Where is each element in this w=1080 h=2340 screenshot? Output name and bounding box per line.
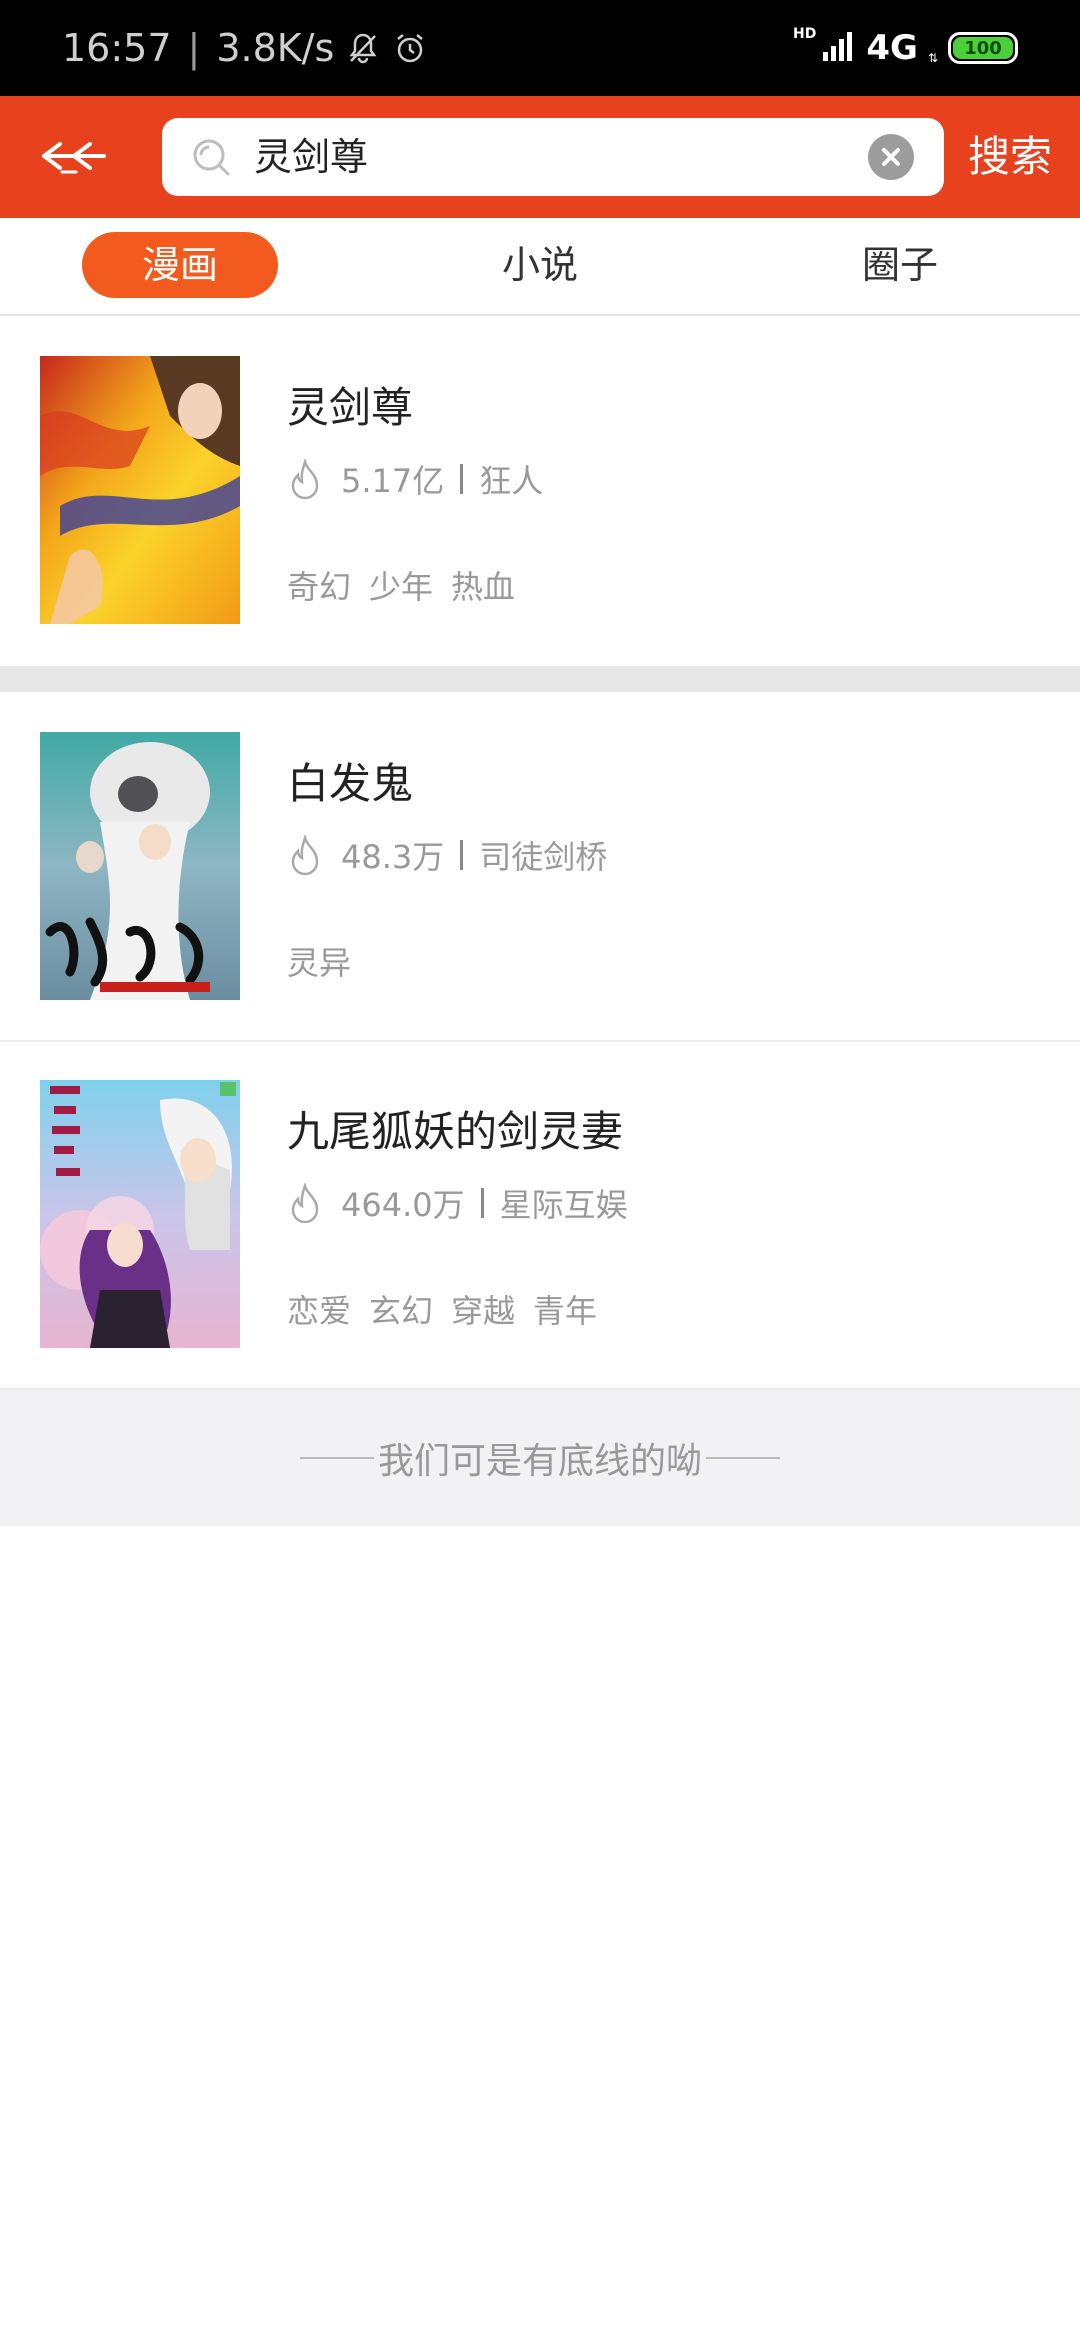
alarm-icon [392, 30, 428, 66]
meta-divider [460, 464, 464, 494]
fire-icon [287, 457, 323, 500]
comic-meta: 464.0万 星际互娱 [287, 1180, 628, 1226]
genre-tag: 玄幻 [369, 1292, 434, 1330]
search-query[interactable]: 灵剑尊 [254, 118, 368, 196]
comic-meta: 48.3万 司徒剑桥 [287, 832, 607, 878]
signal-icon [822, 30, 856, 66]
search-input[interactable]: 灵剑尊 [162, 118, 944, 196]
search-header: 灵剑尊 搜索 [0, 96, 1080, 218]
comic-title[interactable]: 白发鬼 [287, 750, 413, 811]
search-icon [190, 136, 232, 178]
list-item[interactable]: 九尾狐妖的剑灵妻 464.0万 星际互娱 恋爱 玄幻 穿越 青年 [0, 1042, 1080, 1388]
battery-level: 100 [964, 37, 1002, 59]
clear-icon[interactable] [868, 134, 914, 180]
category-tabs: 漫画 小说 圈子 [0, 218, 1080, 317]
heat-count: 5.17亿 [341, 462, 445, 500]
author-name: 狂人 [479, 462, 544, 500]
search-button[interactable]: 搜索 [968, 96, 1052, 218]
genre-tag: 穿越 [451, 1292, 516, 1330]
heat-count: 48.3万 [341, 838, 445, 876]
tab-comic[interactable]: 漫画 [82, 232, 278, 298]
heat-count: 464.0万 [341, 1186, 465, 1224]
genre-tags: 恋爱 玄幻 穿越 青年 [287, 1286, 597, 1332]
battery-icon: 100 [948, 32, 1018, 64]
meta-divider [480, 1188, 484, 1218]
list-end-footer: 我们可是有底线的呦 [0, 1388, 1080, 1526]
meta-divider [460, 840, 464, 870]
comic-title[interactable]: 灵剑尊 [287, 374, 413, 435]
genre-tags: 灵异 [287, 938, 351, 984]
list-item[interactable]: 灵剑尊 5.17亿 狂人 奇幻 少年 热血 [0, 316, 1080, 666]
comic-cover[interactable] [40, 732, 240, 1000]
back-button[interactable] [34, 132, 118, 182]
footer-text: 我们可是有底线的呦 [377, 1441, 702, 1482]
fire-icon [287, 833, 323, 876]
hd-label: HD [793, 26, 817, 42]
tab-novel[interactable]: 小说 [440, 232, 640, 298]
author-name: 星际互娱 [499, 1186, 628, 1224]
comic-meta: 5.17亿 狂人 [287, 456, 543, 502]
tab-circle[interactable]: 圈子 [800, 232, 1000, 298]
footer-dash [299, 1457, 374, 1459]
status-speed: 3.8K/s [216, 26, 335, 70]
comic-title[interactable]: 九尾狐妖的剑灵妻 [287, 1098, 623, 1159]
status-bar: 16:57 | 3.8K/s HD 4G ⇅ 100 [0, 0, 1080, 96]
fire-icon [287, 1181, 323, 1224]
comic-cover[interactable] [40, 1080, 240, 1348]
status-separator: | [187, 26, 201, 70]
genre-tag: 少年 [369, 568, 434, 606]
footer-dash [706, 1457, 780, 1459]
data-arrows-icon: ⇅ [927, 51, 938, 65]
section-separator [0, 666, 1080, 692]
network-type: 4G [866, 28, 918, 68]
genre-tag: 灵异 [287, 944, 352, 982]
genre-tag: 奇幻 [287, 568, 352, 606]
genre-tag: 恋爱 [287, 1292, 352, 1330]
list-item[interactable]: 白发鬼 48.3万 司徒剑桥 灵异 [0, 692, 1080, 1040]
genre-tag: 青年 [533, 1292, 598, 1330]
genre-tags: 奇幻 少年 热血 [287, 562, 515, 608]
comic-cover[interactable] [40, 356, 240, 624]
status-time: 16:57 [62, 26, 172, 70]
genre-tag: 热血 [451, 568, 516, 606]
author-name: 司徒剑桥 [479, 838, 608, 876]
bell-muted-icon [346, 31, 380, 65]
